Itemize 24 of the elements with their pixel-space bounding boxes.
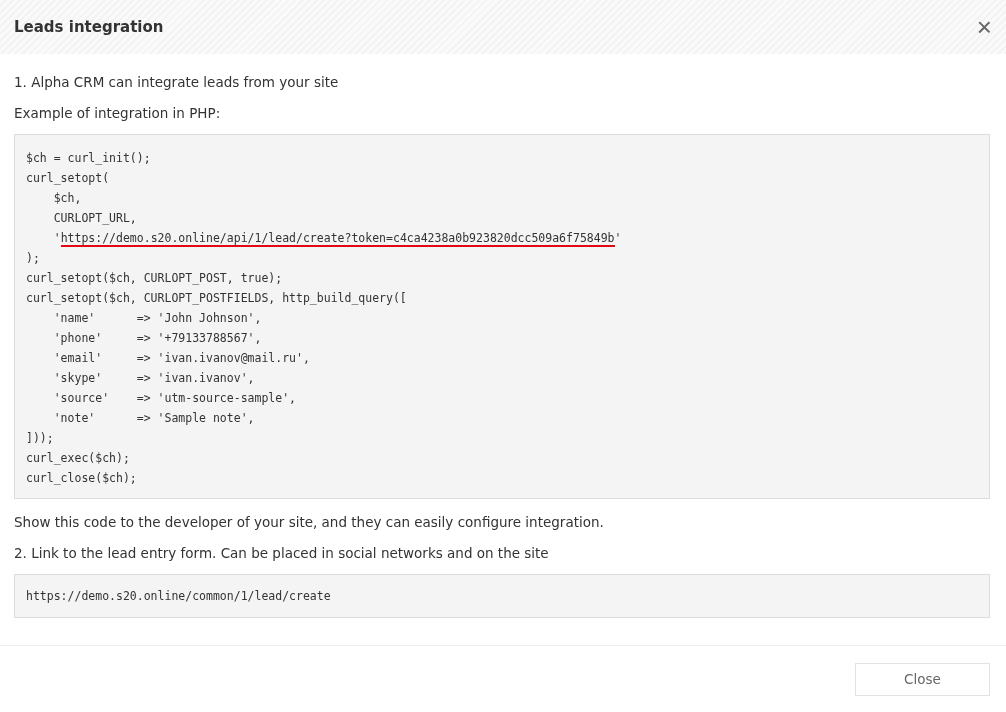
code-line: 'email' => 'ivan.ivanov@mail.ru', — [52, 350, 310, 367]
step-text: 2. Link to the lead entry form. Can be placed in social networks and on the site — [14, 544, 550, 563]
code-line: curl_setopt($ch, CURLOPT_POST, true); — [26, 270, 283, 287]
code-line: 'name' => 'John Johnson', — [52, 310, 262, 327]
developer-note: Show this code to the developer of your site, and they can easily configure integration. — [14, 513, 605, 532]
form-link-field[interactable]: https://demo.s20.online/common/1/lead/create — [14, 574, 990, 618]
code-line: ])); — [26, 430, 54, 447]
code-line: 'skype' => 'ivan.ivanov', — [52, 370, 255, 387]
step-text: 1. Alpha CRM can integrate leads from your site — [14, 73, 340, 92]
code-line: curl_exec($ch); — [26, 450, 130, 467]
code-line: CURLOPT_URL, — [52, 210, 137, 227]
code-line: $ch = curl_init(); — [26, 150, 151, 167]
code-line: $ch, — [52, 190, 82, 207]
code-line: 'phone' => '+79133788567', — [52, 330, 262, 347]
dialog-title: Leads integration — [14, 18, 164, 36]
code-line: 'note' => 'Sample note', — [52, 410, 255, 427]
code-line: ); — [26, 250, 40, 267]
code-line: curl_setopt($ch, CURLOPT_POSTFIELDS, http_build_query([ — [26, 290, 407, 307]
code-line: 'https://demo.s20.online/api/1/lead/create?token=c4ca4238a0b923820dcc509a6f75849b' — [52, 230, 622, 248]
example-label: Example of integration in PHP: — [14, 104, 222, 123]
code-line: curl_setopt( — [26, 170, 110, 187]
close-button[interactable]: Close — [855, 662, 990, 696]
code-line: 'source' => 'utm-source-sample', — [52, 390, 297, 407]
code-line: curl_close($ch); — [26, 470, 137, 487]
